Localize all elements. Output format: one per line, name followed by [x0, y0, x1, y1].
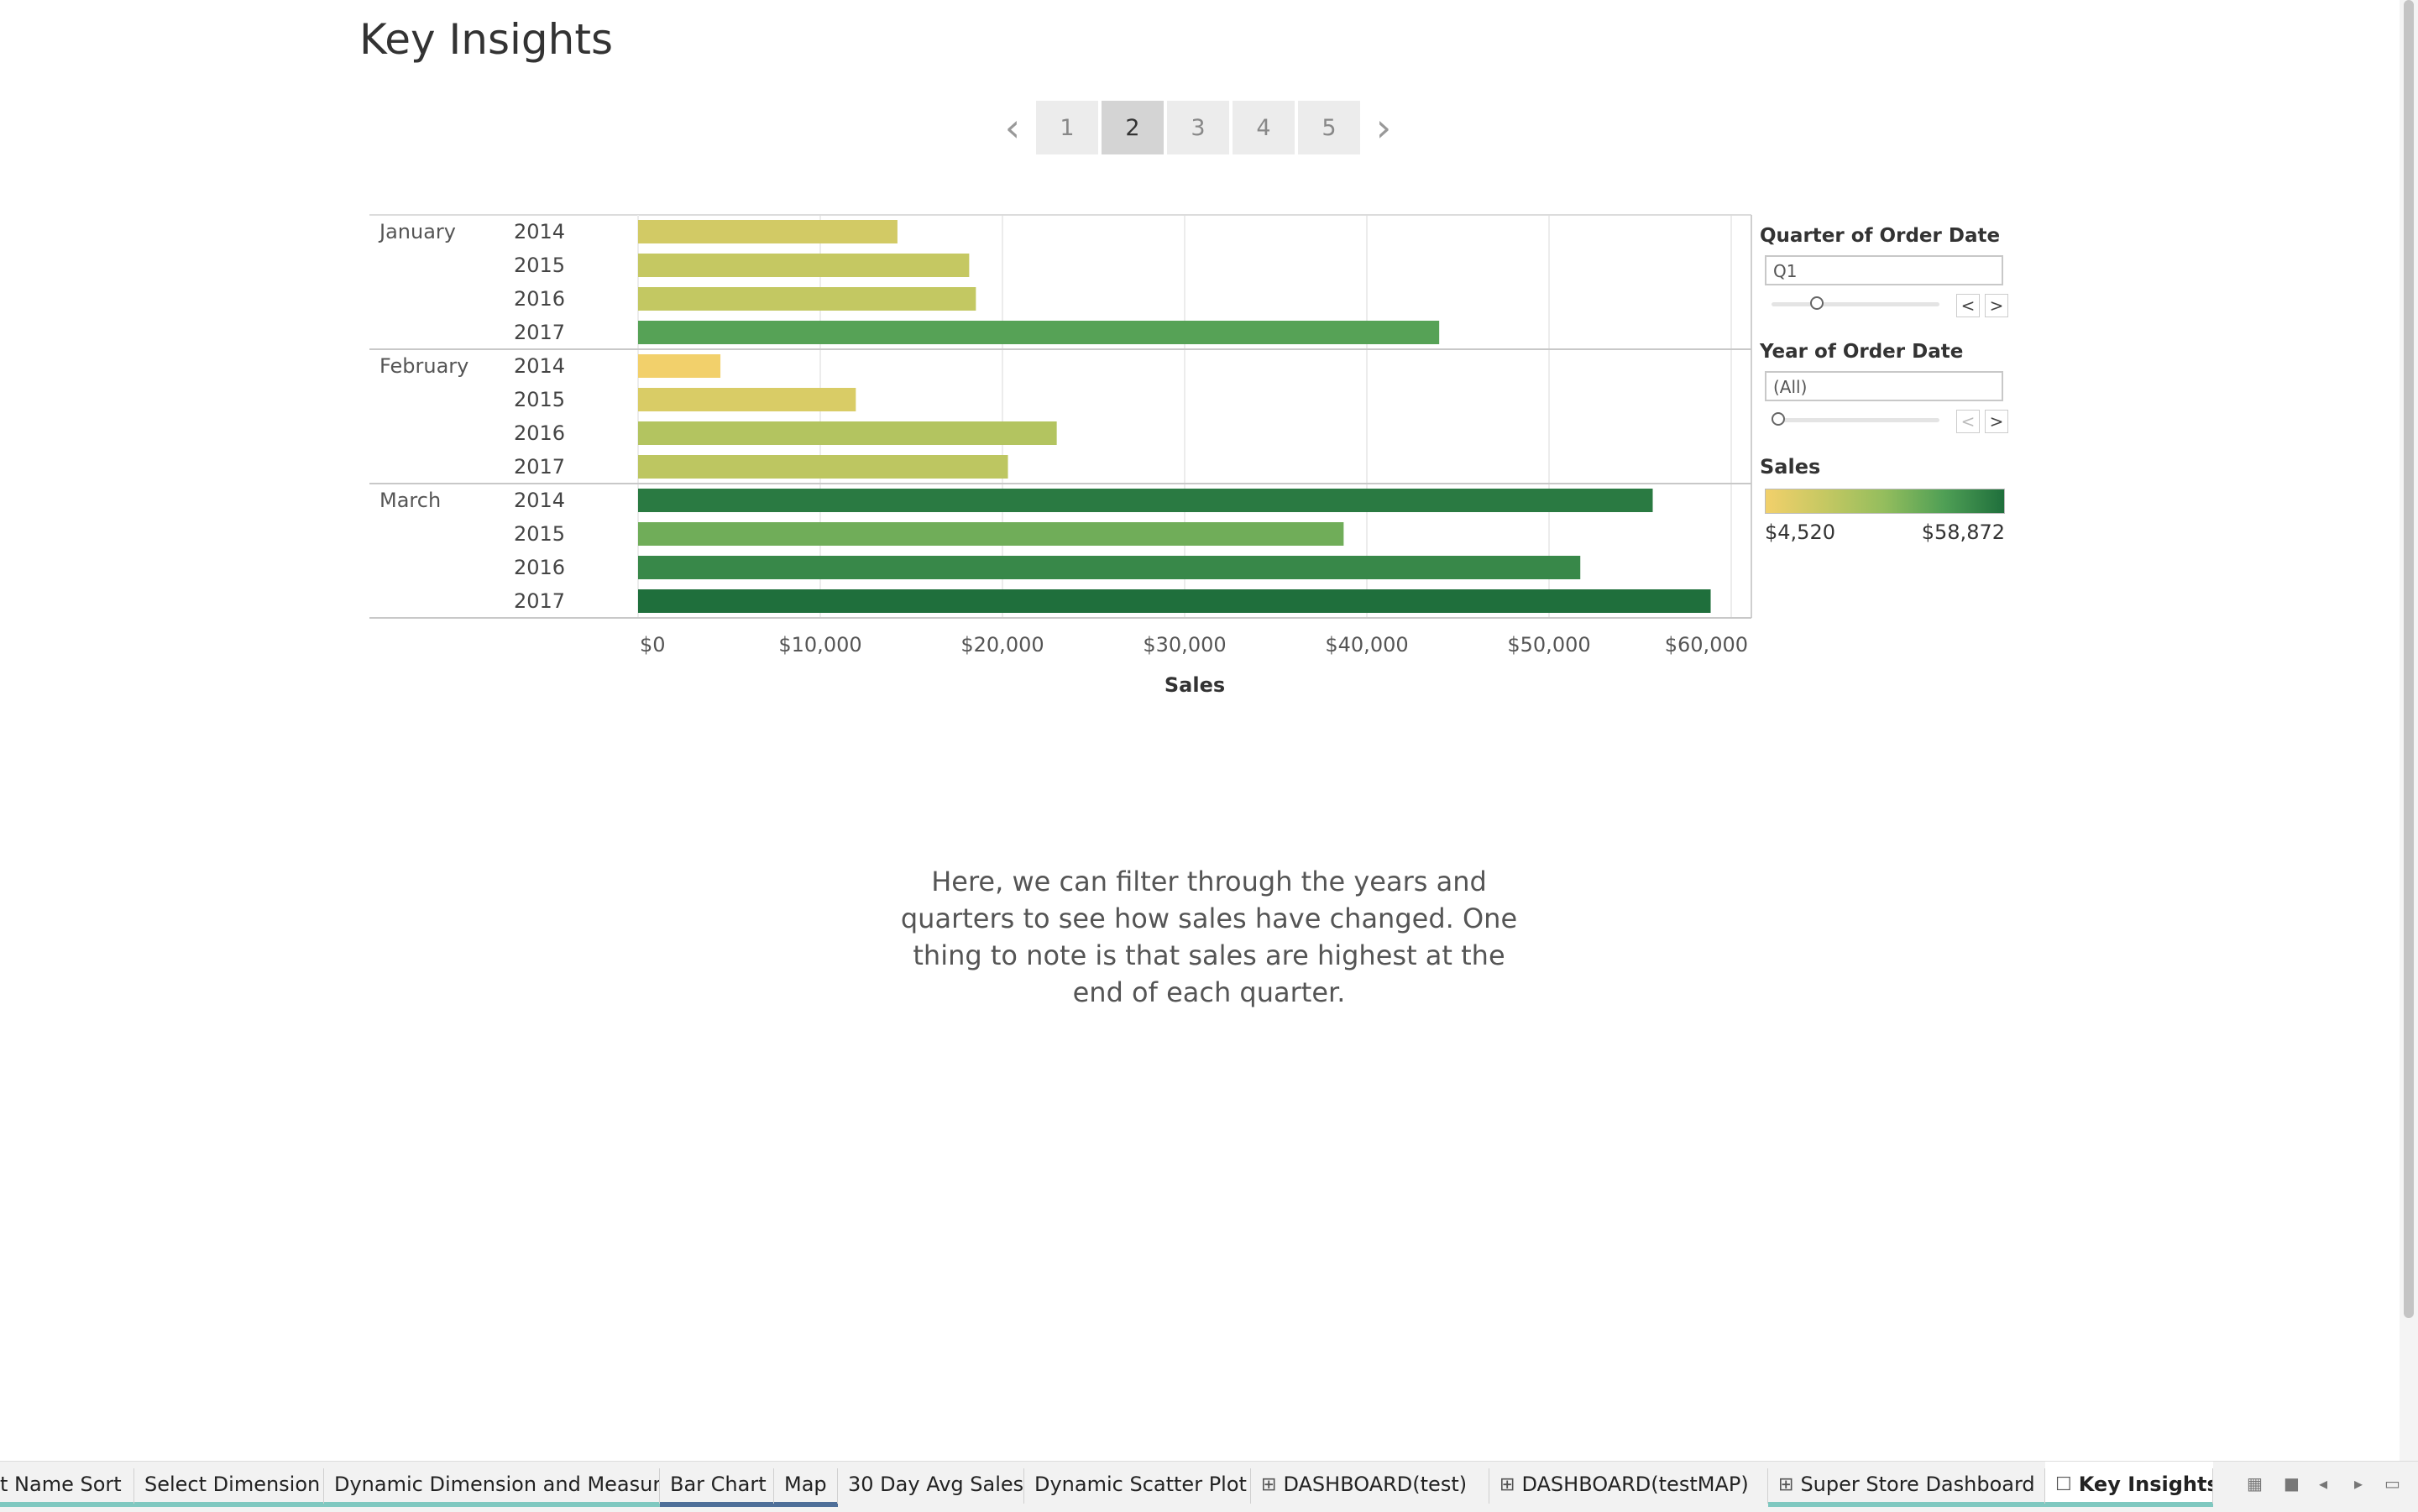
vertical-scrollbar-thumb[interactable] — [2404, 0, 2414, 1318]
x-tick-label: $20,000 — [960, 633, 1044, 657]
dashboard-icon: ⊞ — [1261, 1473, 1277, 1495]
sheet-tab[interactable]: t Name Sort — [0, 1462, 134, 1507]
show-tabs-icon[interactable]: ■ — [2284, 1473, 2300, 1494]
bar[interactable] — [638, 254, 970, 277]
chart-canvas: January 2014 2015 2016 2017 February 2014 2015 2… — [369, 214, 1752, 697]
month-label: February — [379, 354, 468, 378]
sheet-tab[interactable]: Dynamic Dimension and Measure — [324, 1462, 660, 1507]
filter-panel: Quarter of Order Date Q1 < > Year of Ord… — [1758, 222, 2010, 544]
year-label: 2014 — [514, 354, 565, 378]
tab-color-underline — [134, 1502, 324, 1507]
year-label: 2015 — [514, 522, 565, 546]
quarter-slider-thumb[interactable] — [1810, 296, 1824, 310]
sheet-tab-label: Bar Chart — [670, 1473, 767, 1496]
sheet-tab[interactable]: Map — [774, 1462, 838, 1507]
year-slider[interactable]: < > — [1765, 401, 2008, 438]
show-filmstrip-icon[interactable]: ▦ — [2247, 1473, 2263, 1494]
year-prev-button[interactable]: < — [1956, 410, 1980, 433]
quarter-filter-input[interactable]: Q1 — [1765, 255, 2003, 285]
x-tick-label: $40,000 — [1325, 633, 1408, 657]
sheet-tab-bar: t Name Sort Select Dimension Dynamic Dimen… — [0, 1461, 2418, 1512]
x-tick-label: $10,000 — [778, 633, 861, 657]
sheet-tab-label: Key Insights — [2078, 1473, 2213, 1496]
year-slider-track[interactable] — [1772, 418, 1939, 422]
legend-max-label: $58,872 — [1921, 521, 2005, 544]
quarter-prev-button[interactable]: < — [1956, 294, 1980, 317]
month-label: January — [378, 220, 456, 243]
quarter-filter-title: Quarter of Order Date — [1760, 225, 2001, 247]
sheet-tab-label: 30 Day Avg Sales — [848, 1473, 1024, 1496]
tab-color-underline — [1768, 1502, 2045, 1507]
scroll-right-icon[interactable]: ▸ — [2354, 1473, 2363, 1494]
tab-color-underline — [774, 1502, 838, 1507]
year-label: 2017 — [514, 455, 565, 479]
vertical-scrollbar[interactable] — [2400, 0, 2418, 1461]
sheet-tab-label: Super Store Dashboard — [1800, 1473, 2035, 1496]
quarter-slider[interactable]: < > — [1765, 285, 2008, 322]
sheet-tab-label: Select Dimension — [144, 1473, 321, 1496]
sheet-tab[interactable]: 30 Day Avg Sales — [838, 1462, 1024, 1507]
bar[interactable] — [638, 522, 1344, 546]
year-label: 2015 — [514, 254, 565, 277]
bar[interactable] — [638, 287, 976, 311]
year-label: 2016 — [514, 556, 565, 579]
story-icon: ☐ — [2055, 1473, 2072, 1495]
tab-color-underline — [2045, 1502, 2213, 1507]
sheet-tab-label: Dynamic Scatter Plot — [1034, 1473, 1247, 1496]
year-label: 2015 — [514, 388, 565, 411]
sheet-tab[interactable]: ⊞ Super Store Dashboard — [1768, 1462, 2045, 1507]
bar[interactable] — [638, 354, 721, 378]
bar[interactable] — [638, 489, 1653, 512]
sheet-tab[interactable]: Dynamic Scatter Plot — [1024, 1462, 1251, 1507]
sheet-tab-label: Dynamic Dimension and Measure — [334, 1473, 660, 1496]
bar[interactable] — [638, 421, 1057, 445]
year-slider-thumb[interactable] — [1772, 412, 1785, 426]
presentation-icon[interactable]: ▭ — [2384, 1473, 2400, 1494]
year-label: 2014 — [514, 220, 565, 243]
bar[interactable] — [638, 321, 1440, 344]
sheet-tab[interactable]: ⊞ DASHBOARD(testMAP) — [1489, 1462, 1768, 1507]
year-filter-input[interactable]: (All) — [1765, 371, 2003, 401]
sheet-tab-label: DASHBOARD(test) — [1283, 1473, 1468, 1496]
tab-color-underline — [660, 1502, 774, 1507]
year-next-button[interactable]: > — [1985, 410, 2008, 433]
year-filter-title: Year of Order Date — [1760, 341, 1964, 363]
bar[interactable] — [638, 556, 1581, 579]
tab-color-underline — [0, 1502, 134, 1507]
color-legend-gradient — [1765, 489, 2005, 514]
x-tick-label: $30,000 — [1143, 633, 1226, 657]
sheet-tab[interactable]: Select Dimension — [134, 1462, 324, 1507]
month-label: March — [379, 489, 441, 512]
sheet-tab[interactable]: ⊞ DASHBOARD(test) — [1251, 1462, 1489, 1507]
sheet-tab-label: Map — [784, 1473, 827, 1496]
year-label: 2017 — [514, 321, 565, 344]
bar[interactable] — [638, 220, 898, 243]
sheet-tab[interactable]: ☐ Key Insights — [2045, 1462, 2213, 1507]
x-tick-label: $50,000 — [1507, 633, 1590, 657]
x-axis-title: Sales — [1165, 673, 1225, 697]
year-label: 2014 — [514, 489, 565, 512]
quarter-next-button[interactable]: > — [1985, 294, 2008, 317]
color-legend-labels: $4,520 $58,872 — [1765, 521, 2005, 544]
quarter-slider-track[interactable] — [1772, 302, 1939, 306]
tab-color-underline — [324, 1502, 660, 1507]
dashboard-icon: ⊞ — [1499, 1473, 1515, 1495]
story-caption: Here, we can filter through the years an… — [900, 866, 1518, 1008]
year-label: 2016 — [514, 421, 565, 445]
legend-min-label: $4,520 — [1765, 521, 1835, 544]
year-label: 2017 — [514, 589, 565, 613]
tab-separator — [2212, 1468, 2213, 1504]
dashboard-icon: ⊞ — [1778, 1473, 1794, 1495]
sheet-tab[interactable]: Bar Chart — [660, 1462, 774, 1507]
bar[interactable] — [638, 589, 1711, 613]
x-tick-label: $0 — [640, 633, 666, 657]
scroll-left-icon[interactable]: ◂ — [2319, 1473, 2327, 1494]
sheet-tab-label: DASHBOARD(testMAP) — [1521, 1473, 1749, 1496]
year-label: 2016 — [514, 287, 565, 311]
bar[interactable] — [638, 388, 856, 411]
bar[interactable] — [638, 455, 1008, 479]
x-tick-label: $60,000 — [1665, 633, 1748, 657]
sheet-tab-label: t Name Sort — [0, 1473, 122, 1496]
color-legend-title: Sales — [1760, 455, 1821, 479]
